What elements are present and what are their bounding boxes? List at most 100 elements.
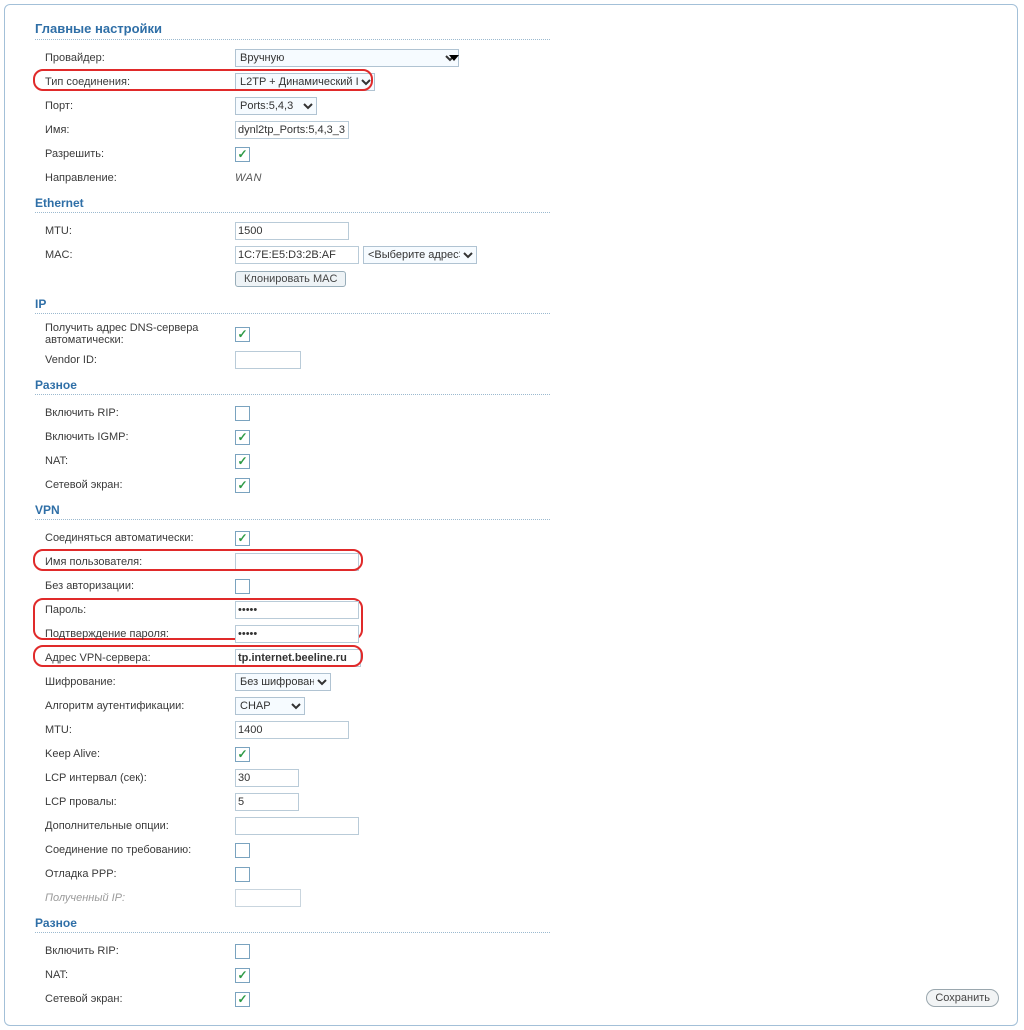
name-input[interactable] (235, 121, 349, 139)
row-enc: Шифрование: Без шифрования (45, 670, 1003, 694)
section-ip: IP (35, 291, 550, 314)
row-lcpf: LCP провалы: (45, 790, 1003, 814)
enc-label: Шифрование: (45, 676, 235, 688)
auth-select[interactable]: CHAP (235, 697, 305, 715)
mac-select[interactable]: <Выберите адрес> (363, 246, 477, 264)
row-pppdbg: Отладка PPP: (45, 862, 1003, 886)
eth-mtu-label: MTU: (45, 225, 235, 237)
port-select[interactable]: Ports:5,4,3 (235, 97, 317, 115)
enc-select[interactable]: Без шифрования (235, 673, 331, 691)
row-vpn-user: Имя пользователя: (45, 550, 1003, 574)
provider-label: Провайдер: (45, 52, 235, 64)
noauth-checkbox[interactable] (235, 579, 250, 594)
nat-checkbox[interactable] (235, 454, 250, 469)
row-fw: Сетевой экран: (45, 473, 1003, 497)
row-igmp: Включить IGMP: (45, 425, 1003, 449)
rip-checkbox[interactable] (235, 406, 250, 421)
xopts-label: Дополнительные опции: (45, 820, 235, 832)
pass-label: Пароль: (45, 604, 235, 616)
nat2-label: NAT: (45, 969, 235, 981)
vpn-mtu-label: MTU: (45, 724, 235, 736)
dns-auto-checkbox[interactable] (235, 327, 250, 342)
igmp-checkbox[interactable] (235, 430, 250, 445)
row-pass2: Подтверждение пароля: (45, 622, 1003, 646)
chevron-down-icon (449, 55, 459, 61)
vendor-label: Vendor ID: (45, 354, 235, 366)
allow-checkbox[interactable] (235, 147, 250, 162)
section-main: Главные настройки (35, 15, 550, 40)
provider-select[interactable]: Вручную (235, 49, 459, 67)
conn-type-label: Тип соединения: (45, 76, 235, 88)
nat2-checkbox[interactable] (235, 968, 250, 983)
vpn-auto-checkbox[interactable] (235, 531, 250, 546)
name-label: Имя: (45, 124, 235, 136)
pass2-input[interactable] (235, 625, 359, 643)
lcpf-input[interactable] (235, 793, 299, 811)
dns-auto-label: Получить адрес DNS-сервера автоматически… (45, 322, 235, 346)
row-clone-mac: Клонировать MAC (45, 267, 1003, 291)
ondemand-checkbox[interactable] (235, 843, 250, 858)
row-vendor-id: Vendor ID: (45, 348, 1003, 372)
eth-mtu-input[interactable] (235, 222, 349, 240)
row-xopts: Дополнительные опции: (45, 814, 1003, 838)
section-ethernet: Ethernet (35, 190, 550, 213)
row-conn-type: Тип соединения: L2TP + Динамический IP (45, 70, 1003, 94)
row-eth-mtu: MTU: (45, 219, 1003, 243)
pppdbg-checkbox[interactable] (235, 867, 250, 882)
row-name: Имя: (45, 118, 1003, 142)
igmp-label: Включить IGMP: (45, 431, 235, 443)
vpn-auto-label: Соединяться автоматически: (45, 532, 235, 544)
row-eth-mac: MAC: <Выберите адрес> (45, 243, 1003, 267)
row-noauth: Без авторизации: (45, 574, 1003, 598)
lcpf-label: LCP провалы: (45, 796, 235, 808)
row-lcpi: LCP интервал (сек): (45, 766, 1003, 790)
direction-value: WAN (235, 172, 262, 184)
rip-label: Включить RIP: (45, 407, 235, 419)
port-label: Порт: (45, 100, 235, 112)
rip2-checkbox[interactable] (235, 944, 250, 959)
save-button[interactable]: Сохранить (926, 989, 999, 1007)
eth-mac-label: MAC: (45, 249, 235, 261)
fw-checkbox[interactable] (235, 478, 250, 493)
pass2-label: Подтверждение пароля: (45, 628, 235, 640)
vpn-user-input[interactable] (235, 553, 359, 571)
ondemand-label: Соединение по требованию: (45, 844, 235, 856)
pass-input[interactable] (235, 601, 359, 619)
row-vpn-mtu: MTU: (45, 718, 1003, 742)
mac-input[interactable] (235, 246, 359, 264)
conn-type-select[interactable]: L2TP + Динамический IP (235, 73, 375, 91)
row-vpn-server: Адрес VPN-сервера: (45, 646, 1003, 670)
row-allow: Разрешить: (45, 142, 1003, 166)
row-rip2: Включить RIP: (45, 939, 1003, 963)
gotip-label: Полученный IP: (45, 892, 235, 904)
row-pass: Пароль: (45, 598, 1003, 622)
row-nat: NAT: (45, 449, 1003, 473)
fw2-checkbox[interactable] (235, 992, 250, 1007)
section-misc2: Разное (35, 910, 550, 933)
row-vpn-auto: Соединяться автоматически: (45, 526, 1003, 550)
clone-mac-button[interactable]: Клонировать MAC (235, 271, 346, 287)
noauth-label: Без авторизации: (45, 580, 235, 592)
vpn-mtu-input[interactable] (235, 721, 349, 739)
row-dns-auto: Получить адрес DNS-сервера автоматически… (45, 320, 1003, 348)
vpn-server-label: Адрес VPN-сервера: (45, 652, 235, 664)
vendor-input[interactable] (235, 351, 301, 369)
row-rip: Включить RIP: (45, 401, 1003, 425)
lcpi-input[interactable] (235, 769, 299, 787)
keep-checkbox[interactable] (235, 747, 250, 762)
vpn-server-input[interactable] (235, 649, 361, 667)
lcpi-label: LCP интервал (сек): (45, 772, 235, 784)
row-gotip: Полученный IP: (45, 886, 1003, 910)
xopts-input[interactable] (235, 817, 359, 835)
section-vpn: VPN (35, 497, 550, 520)
rip2-label: Включить RIP: (45, 945, 235, 957)
nat-label: NAT: (45, 455, 235, 467)
direction-label: Направление: (45, 172, 235, 184)
allow-label: Разрешить: (45, 148, 235, 160)
fw2-label: Сетевой экран: (45, 993, 235, 1005)
auth-label: Алгоритм аутентификации: (45, 700, 235, 712)
row-port: Порт: Ports:5,4,3 (45, 94, 1003, 118)
pppdbg-label: Отладка PPP: (45, 868, 235, 880)
row-auth: Алгоритм аутентификации: CHAP (45, 694, 1003, 718)
row-keep: Keep Alive: (45, 742, 1003, 766)
